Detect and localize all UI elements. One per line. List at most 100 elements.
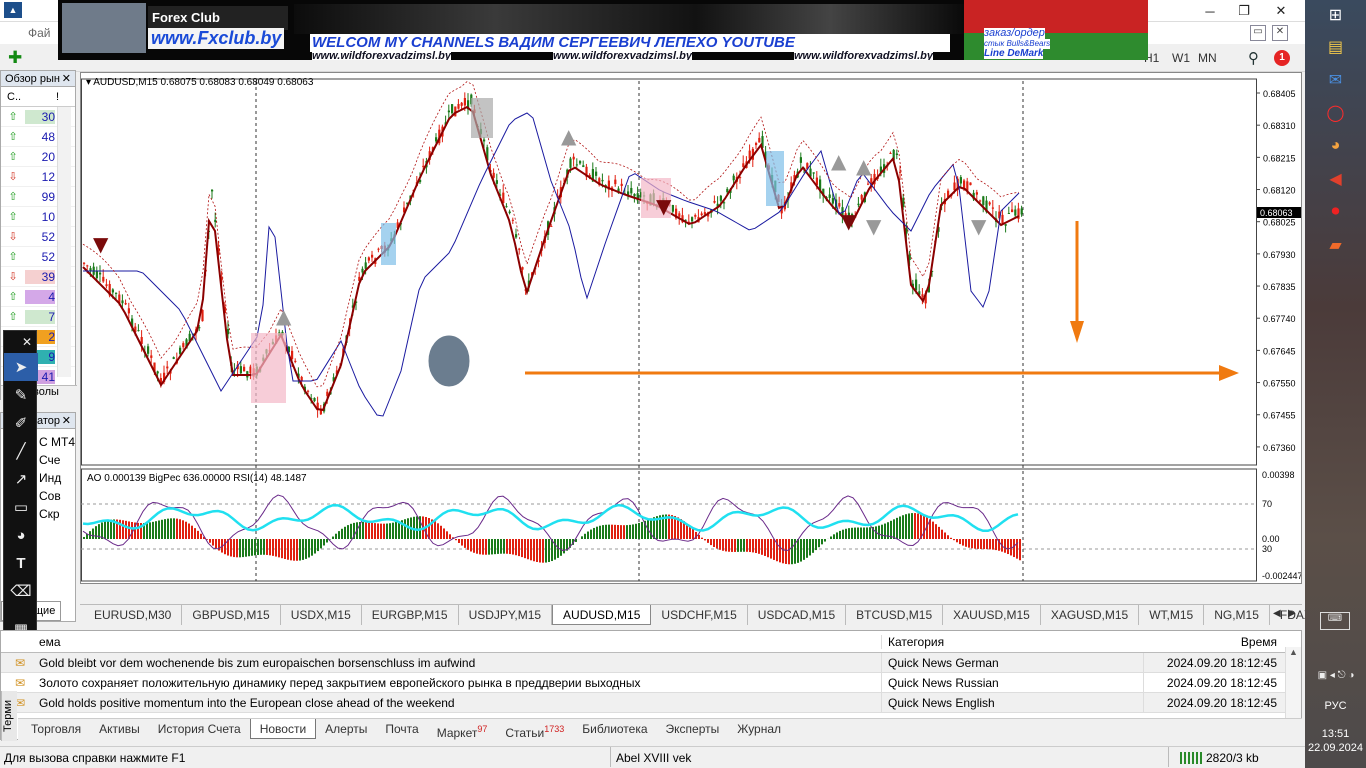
ao-bar xyxy=(623,525,625,539)
chart-tab[interactable]: XAUUSD,M15 xyxy=(943,605,1041,625)
chart-tab[interactable]: EURGBP,M15 xyxy=(362,605,459,625)
ao-bar xyxy=(104,521,106,539)
news-row[interactable]: ✉ Золото сохраняет положительную динамику… xyxy=(1,673,1301,693)
news-scrollbar[interactable]: ▲ xyxy=(1285,647,1301,721)
terminal-tab[interactable]: Алерты xyxy=(316,719,376,739)
navigator-item[interactable]: Инд xyxy=(39,469,75,487)
opera-icon[interactable]: ◯ xyxy=(1305,96,1366,129)
pencil-tool-icon[interactable]: ✎ xyxy=(4,381,38,409)
terminal-tab[interactable]: Новости xyxy=(249,719,317,739)
rectangle-tool-icon[interactable]: ▭ xyxy=(4,493,38,521)
navigator-item[interactable]: Сов xyxy=(39,487,75,505)
navigator-item[interactable]: С MT4 xyxy=(39,433,75,451)
text-tool-icon[interactable]: T xyxy=(4,549,38,577)
ao-bar xyxy=(596,526,598,539)
paint-icon[interactable]: ◕ xyxy=(1305,129,1366,162)
explorer-icon[interactable]: ▤ xyxy=(1305,30,1366,63)
speaker-icon[interactable]: ◀ xyxy=(1305,162,1366,195)
mw-col-symbol[interactable]: С.. xyxy=(1,91,29,103)
clock-time[interactable]: 13:51 xyxy=(1305,728,1366,740)
ao-bar xyxy=(932,521,934,539)
windows-start-icon[interactable]: ⊞ xyxy=(1305,0,1366,30)
news-col-category[interactable]: Категория xyxy=(881,634,1143,649)
new-order-icon[interactable]: ✚ xyxy=(8,48,30,68)
news-col-title[interactable]: ема xyxy=(1,635,881,649)
recorder-icon[interactable]: ⏺ xyxy=(1305,195,1366,228)
notification-badge[interactable]: 1 xyxy=(1274,50,1290,66)
tabs-scroll-left-icon[interactable]: ◀ xyxy=(1273,608,1281,619)
candle-body xyxy=(838,203,841,207)
chart-tab[interactable]: AUDUSD,M15 xyxy=(552,605,652,625)
ao-bar xyxy=(629,524,631,539)
chart-tab[interactable]: WT,M15 xyxy=(1139,605,1205,625)
mw-col-change[interactable]: ! xyxy=(29,91,59,103)
arrow-up-icon: ⇧ xyxy=(8,111,18,123)
chart-tab[interactable]: USDCAD,M15 xyxy=(748,605,847,625)
minimize-button[interactable]: ─ xyxy=(1193,0,1227,22)
price-tick-label: 0.68120 xyxy=(1263,186,1296,196)
news-row[interactable]: ✉ Gold bleibt vor dem wochenende bis zum … xyxy=(1,653,1301,673)
chart-window[interactable]: 0.68405 0.68310 0.68215 0.68120 0.68025 0.679… xyxy=(80,72,1302,584)
line-tool-icon[interactable]: ╱ xyxy=(4,437,38,465)
chart-tab[interactable]: GBPUSD,M15 xyxy=(182,605,281,625)
chart-canvas[interactable]: 0.68405 0.68310 0.68215 0.68120 0.68025 0.679… xyxy=(81,73,1301,583)
ray-tool-icon[interactable]: ↗ xyxy=(4,465,38,493)
cursor-tool-icon[interactable]: ➤ xyxy=(4,353,38,381)
keyboard-icon[interactable]: ⌨ xyxy=(1320,612,1350,630)
chart-tab[interactable]: EURUSD,M30 xyxy=(84,605,183,625)
terminal-tab[interactable]: История Счета xyxy=(149,719,250,739)
drawing-toolbar-close-icon[interactable]: ✕ xyxy=(4,331,38,353)
ao-bar xyxy=(746,539,748,552)
maximize-button[interactable]: ❐ xyxy=(1227,0,1261,22)
menu-file[interactable]: Фай xyxy=(28,26,51,40)
timeframe-mn[interactable]: MN xyxy=(1198,51,1217,65)
eraser-tool-icon[interactable]: ⌫ xyxy=(4,577,38,605)
chart-tab[interactable]: USDJPY,M15 xyxy=(459,605,553,625)
chart-tab[interactable]: XAGUSD,M15 xyxy=(1041,605,1140,625)
close-button[interactable]: ✕ xyxy=(1261,0,1301,22)
search-icon[interactable]: ⚲ xyxy=(1248,49,1259,67)
tray-icons[interactable]: ▣ ◂ ⎋ ◑ xyxy=(1309,670,1363,681)
terminal-tab[interactable]: Торговля xyxy=(22,719,90,739)
ao-bar xyxy=(710,539,712,546)
candle-body xyxy=(572,156,575,160)
ao-bar xyxy=(962,539,964,546)
navigator-item[interactable]: Сче xyxy=(39,451,75,469)
candle-body xyxy=(579,161,582,164)
indicator-tick-label: -0.002447 xyxy=(1262,571,1301,581)
navigator-item[interactable]: Скр xyxy=(39,505,75,523)
chart-tab[interactable]: USDX,M15 xyxy=(281,605,362,625)
terminal-tab[interactable]: Библиотека xyxy=(573,719,656,739)
terminal-tab[interactable]: Эксперты xyxy=(657,719,729,739)
close-chart-icon[interactable]: ✕ xyxy=(1272,25,1288,41)
news-row[interactable]: ✉ Gold holds positive momentum into the E… xyxy=(1,693,1301,713)
app-orange-icon[interactable]: ▰ xyxy=(1305,228,1366,261)
chart-tab[interactable]: USDCHF,M15 xyxy=(651,605,748,625)
navigator-close-icon[interactable]: ✕ xyxy=(62,413,71,429)
chart-tab[interactable]: BTCUSD,M15 xyxy=(846,605,944,625)
marker-tool-icon[interactable]: ✐ xyxy=(4,409,38,437)
candle-body xyxy=(899,171,902,173)
signal-arrow: ▼ xyxy=(93,232,109,256)
signal-box xyxy=(471,98,493,138)
ao-bar xyxy=(188,523,190,539)
ao-bar xyxy=(482,539,484,555)
terminal-tab[interactable]: Журнал xyxy=(728,719,790,739)
terminal-tab[interactable]: Статьи1733 xyxy=(496,719,573,740)
banner-logo: Forex Club xyxy=(148,6,288,30)
tabs-scroll-right-icon[interactable]: ▶ xyxy=(1288,608,1296,619)
palette-tool-icon[interactable]: ◕ xyxy=(4,521,38,549)
terminal-tab[interactable]: Маркет97 xyxy=(428,719,497,740)
chart-tab[interactable]: NG,M15 xyxy=(1204,605,1270,625)
mw-scrollbar[interactable] xyxy=(57,107,71,377)
terminal-tab[interactable]: Почта xyxy=(376,719,427,739)
market-watch-close-icon[interactable]: ✕ xyxy=(62,71,71,87)
terminal-tab[interactable]: Активы xyxy=(90,719,149,739)
news-col-time[interactable]: Время xyxy=(1143,635,1283,649)
restore-icon[interactable]: ▭ xyxy=(1250,25,1266,41)
outlook-icon[interactable]: ✉ xyxy=(1305,63,1366,96)
clock-date[interactable]: 22.09.2024 xyxy=(1305,742,1366,754)
ao-bar xyxy=(779,539,781,563)
timeframe-w1[interactable]: W1 xyxy=(1172,51,1190,65)
language-indicator[interactable]: РУС xyxy=(1305,700,1366,712)
